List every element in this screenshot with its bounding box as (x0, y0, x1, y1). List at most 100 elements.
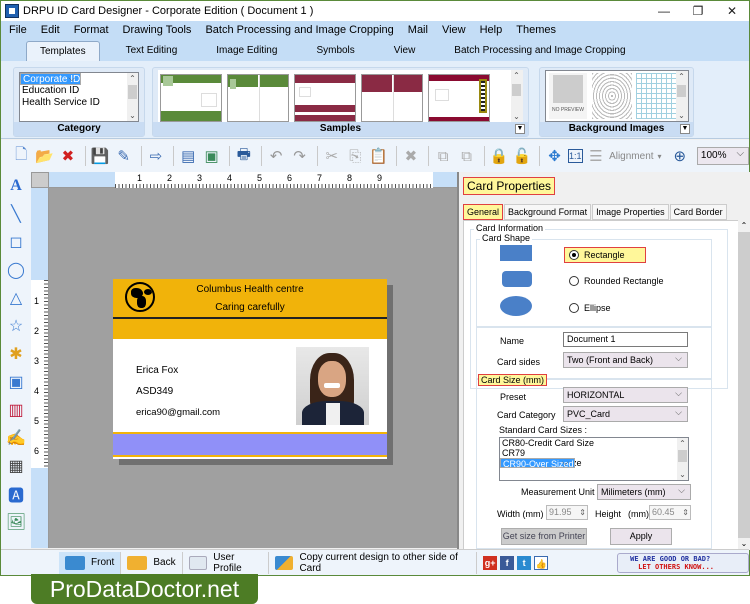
name-input[interactable]: Document 1 (563, 332, 688, 347)
tab-background-format[interactable]: Background Format (504, 204, 592, 220)
scroll-thumb[interactable] (128, 85, 137, 99)
id-card[interactable]: Columbus Health centre Caring carefully … (113, 279, 387, 459)
undo-icon[interactable]: ↶ (266, 145, 286, 167)
back-button[interactable]: Back (121, 551, 183, 574)
bg-no-preview[interactable]: NO PREVIEW (549, 73, 587, 119)
actual-size-icon[interactable]: 1:1 (567, 149, 583, 163)
scroll-down-icon[interactable]: ⌄ (677, 469, 688, 480)
tab-symbols[interactable]: Symbols (303, 41, 367, 61)
scroll-up-icon[interactable]: ⌃ (677, 438, 688, 449)
paste-icon[interactable]: 📋 (368, 145, 388, 167)
menu-edit[interactable]: Edit (41, 24, 60, 36)
fit-icon[interactable]: ✥ (544, 145, 564, 167)
google-plus-icon[interactable]: g+ (483, 555, 498, 570)
card-org-name[interactable]: Columbus Health centre (113, 284, 387, 295)
alignment-chevron-icon[interactable]: ▾ (658, 152, 662, 161)
image-tool-icon[interactable]: ▣ (1, 368, 31, 396)
menu-view[interactable]: View (442, 24, 466, 36)
copy-design-button[interactable]: Copy current design to other side of Car… (269, 551, 478, 574)
scroll-down-icon[interactable]: ⌄ (511, 111, 522, 122)
properties-scrollbar[interactable]: ⌃ ⌄ (738, 220, 750, 550)
image-icon[interactable]: ▣ (201, 145, 221, 167)
sample-template-1[interactable] (160, 74, 222, 122)
card-tagline[interactable]: Caring carefully (113, 302, 387, 313)
card-sides-select[interactable]: Two (Front and Back) (563, 351, 688, 368)
menu-themes[interactable]: Themes (516, 24, 556, 36)
menu-batch-processing[interactable]: Batch Processing and Image Cropping (205, 24, 393, 36)
sample-template-3[interactable] (294, 74, 356, 122)
background-expand-icon[interactable]: ▼ (680, 124, 690, 134)
unlock-icon[interactable]: 🔓 (512, 145, 532, 167)
background-scrollbar[interactable]: ⌃ ⌄ (676, 71, 688, 121)
menu-help[interactable]: Help (480, 24, 503, 36)
scroll-up-icon[interactable]: ⌃ (676, 71, 687, 82)
picture-tool-icon[interactable]: 🖼 (1, 508, 31, 536)
text-tool-icon[interactable]: A (1, 172, 31, 200)
redo-icon[interactable]: ↷ (289, 145, 309, 167)
restore-button[interactable]: ❐ (681, 1, 715, 21)
height-spinner[interactable]: 60.45 (649, 505, 691, 520)
print-icon[interactable]: 🖶 (234, 145, 254, 167)
tab-general[interactable]: General (463, 204, 504, 220)
barcode-tool-icon[interactable]: ▦ (1, 452, 31, 480)
card-holder-name[interactable]: Erica Fox (136, 365, 178, 376)
scroll-down-icon[interactable]: ⌄ (127, 110, 138, 121)
standard-size-item[interactable]: CR79 (500, 448, 688, 458)
export-icon[interactable]: ⇨ (146, 145, 166, 167)
library-tool-icon[interactable]: ▥ (1, 396, 31, 424)
lock-icon[interactable]: 🔒 (489, 145, 509, 167)
new-icon[interactable]: 🗋 (11, 145, 31, 167)
sample-template-4[interactable] (361, 74, 423, 122)
tab-view[interactable]: View (381, 41, 429, 61)
tab-image-editing[interactable]: Image Editing (203, 41, 290, 61)
feedback-button[interactable]: WE ARE GOOD OR BAD? LET OTHERS KNOW... (617, 552, 749, 573)
card-category-select[interactable]: PVC_Card (563, 405, 688, 422)
twitter-icon[interactable]: t (517, 555, 532, 570)
menu-mail[interactable]: Mail (408, 24, 428, 36)
get-size-from-printer-button[interactable]: Get size from Printer (501, 528, 587, 545)
scroll-thumb[interactable] (678, 450, 687, 462)
line-tool-icon[interactable]: ╲ (1, 200, 31, 228)
save-icon[interactable]: 💾 (90, 145, 110, 167)
delete-icon[interactable]: ✖ (401, 145, 421, 167)
triangle-tool-icon[interactable]: △ (1, 284, 31, 312)
scroll-thumb[interactable] (512, 84, 521, 96)
category-item[interactable]: Health Service ID (20, 97, 138, 109)
apply-button[interactable]: Apply (610, 528, 672, 545)
scroll-up-icon[interactable]: ⌃ (511, 70, 522, 81)
alignment-dropdown[interactable]: Alignment (609, 151, 653, 162)
user-profile-button[interactable]: User Profile (183, 551, 269, 574)
cut-icon[interactable]: ✂ (322, 145, 342, 167)
menu-file[interactable]: File (9, 24, 27, 36)
rectangle-tool-icon[interactable]: ◻ (1, 228, 31, 256)
samples-expand-icon[interactable]: ▼ (515, 124, 525, 134)
tab-templates[interactable]: Templates (26, 41, 100, 61)
width-spinner[interactable]: 91.95 (546, 505, 588, 520)
preset-select[interactable]: HORIZONTAL (563, 386, 688, 403)
card-holder-id[interactable]: ASD349 (136, 386, 173, 397)
samples-scrollbar[interactable]: ⌃ ⌄ (511, 70, 523, 122)
front-button[interactable]: Front (59, 551, 122, 574)
bg-grid[interactable] (636, 73, 676, 119)
card-holder-email[interactable]: erica90@gmail.com (136, 407, 220, 418)
standard-sizes-scrollbar[interactable]: ⌃ ⌄ (677, 438, 688, 480)
tab-image-properties[interactable]: Image Properties (592, 204, 669, 220)
scroll-thumb[interactable] (677, 85, 686, 97)
scroll-down-icon[interactable]: ⌄ (676, 110, 687, 121)
category-item[interactable]: Education ID (20, 85, 138, 97)
zoom-select[interactable]: 100% (696, 146, 750, 165)
tab-batch-processing[interactable]: Batch Processing and Image Cropping (441, 41, 638, 61)
copy-icon[interactable]: ⎘ (345, 145, 365, 167)
zoom-in-icon[interactable]: ⊕ (670, 145, 690, 167)
radio-ellipse[interactable]: Ellipse (569, 303, 611, 313)
like-icon[interactable]: 👍 (534, 555, 549, 570)
minimize-button[interactable]: — (647, 1, 681, 21)
standard-size-item[interactable]: CR80-Credit Card Size (500, 438, 688, 448)
standard-size-item[interactable]: CR90-Over Sized (500, 457, 575, 469)
ellipse-tool-icon[interactable]: ◯ (1, 256, 31, 284)
tab-text-editing[interactable]: Text Editing (113, 41, 191, 61)
alignment-icon[interactable]: ☰ (586, 145, 606, 167)
radio-rounded-rectangle[interactable]: Rounded Rectangle (569, 276, 664, 286)
symbol-tool-icon[interactable]: ✱ (1, 340, 31, 368)
open-icon[interactable]: 📂 (34, 145, 54, 167)
